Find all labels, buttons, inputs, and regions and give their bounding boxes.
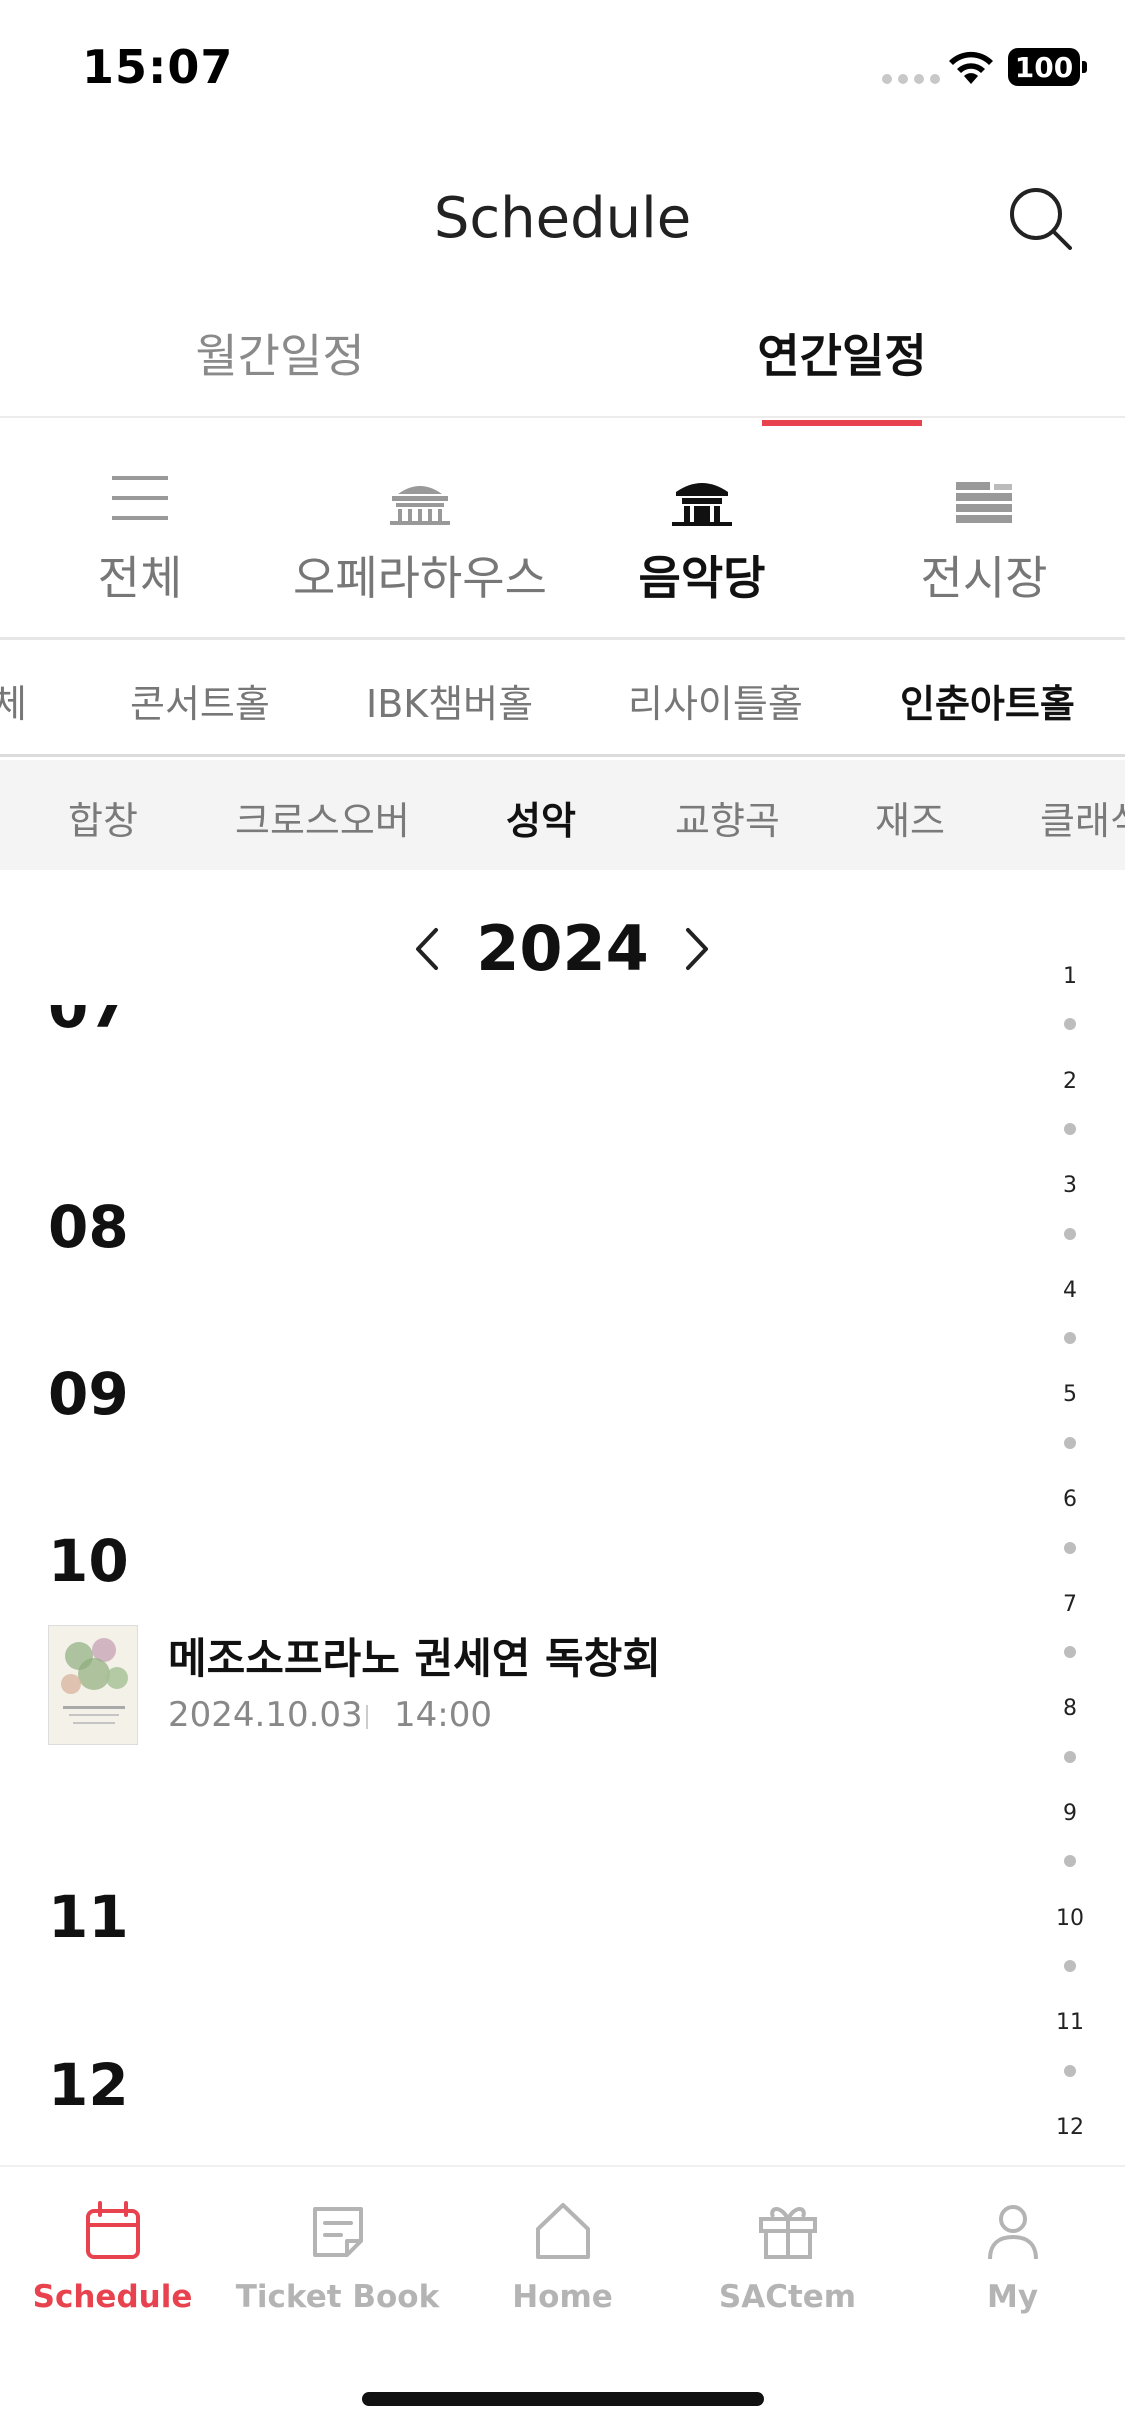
event-title: 메조소프라노 권세연 독창회 (168, 1634, 661, 1683)
tab-schedule[interactable]: Schedule (0, 2197, 225, 2315)
month-index-dot (1064, 1646, 1076, 1658)
list-icon (112, 476, 168, 520)
month-index-item[interactable]: 2 (1040, 1069, 1100, 1094)
hall-tab-all[interactable]: 체 (0, 673, 27, 728)
month-index-item[interactable]: 5 (1040, 1382, 1100, 1407)
chevron-right-icon[interactable] (676, 924, 716, 974)
venue-selector: 전체 오페라하우스 음악당 전시장 (0, 440, 1125, 640)
event-item[interactable]: 메조소프라노 권세연 독창회 2024.10.03 14:00 (48, 1625, 948, 1745)
annual-schedule-list[interactable]: 07 08 09 10 메조소프라노 권세연 독창회 2024.10.03 14… (0, 1005, 1040, 2165)
event-time: 14:00 (394, 1695, 492, 1735)
tab-label: Home (512, 2279, 613, 2315)
month-index-dot (1064, 1228, 1076, 1240)
month-heading: 09 (48, 1360, 129, 1428)
cellular-signal-icon (882, 74, 940, 84)
month-index-item[interactable]: 7 (1040, 1592, 1100, 1617)
month-index-dot (1064, 1855, 1076, 1867)
month-index-dot (1064, 1751, 1076, 1763)
venue-label: 음악당 (638, 551, 766, 605)
month-heading: 08 (48, 1193, 129, 1261)
genre-vocal[interactable]: 성악 (506, 790, 576, 845)
month-index-item[interactable]: 1 (1040, 964, 1100, 989)
exhibition-hall-icon (956, 482, 1012, 523)
month-index[interactable]: 1 2 3 4 5 6 7 8 9 10 11 12 (1040, 960, 1100, 2150)
schedule-view-tabs: 월간일정 연간일정 (0, 300, 1125, 426)
month-index-dot (1064, 1018, 1076, 1030)
genre-crossover[interactable]: 크로스오버 (235, 790, 410, 845)
month-index-dot (1064, 1332, 1076, 1344)
tab-label: Schedule (32, 2279, 193, 2315)
venue-all[interactable]: 전체 (0, 470, 280, 608)
event-date: 2024.10.03 (168, 1695, 363, 1735)
month-index-item[interactable]: 8 (1040, 1696, 1100, 1721)
tab-annual-schedule[interactable]: 연간일정 (692, 320, 992, 426)
concert-hall-icon (672, 483, 732, 526)
venue-label: 전체 (97, 551, 183, 605)
month-index-item[interactable]: 11 (1040, 2010, 1100, 2035)
tab-monthly-schedule[interactable]: 월간일정 (130, 320, 430, 386)
tab-my[interactable]: My (900, 2197, 1125, 2315)
hall-tab-concert-hall[interactable]: 콘서트홀 (130, 673, 270, 728)
month-index-item[interactable]: 6 (1040, 1487, 1100, 1512)
hall-tab-inchoon-art-hall[interactable]: 인춘아트홀 (900, 673, 1075, 728)
genre-choir[interactable]: 합창 (68, 790, 138, 845)
tab-ticket-book[interactable]: Ticket Book (225, 2197, 450, 2315)
venue-concert-hall[interactable]: 음악당 (562, 470, 842, 608)
venue-label: 오페라하우스 (293, 551, 547, 605)
header: Schedule (0, 160, 1125, 280)
event-poster (48, 1625, 138, 1745)
tab-home[interactable]: Home (450, 2197, 675, 2315)
tab-label: My (986, 2279, 1039, 2315)
hall-tabs: 체 콘서트홀 IBK챔버홀 리사이틀홀 인춘아트홀 (0, 643, 1125, 757)
month-index-item[interactable]: 4 (1040, 1278, 1100, 1303)
month-index-item[interactable]: 9 (1040, 1801, 1100, 1826)
month-index-item[interactable]: 10 (1040, 1906, 1100, 1931)
user-icon (987, 2205, 1038, 2260)
month-heading: 07 (48, 1005, 129, 1041)
status-time: 15:07 (82, 40, 234, 94)
month-index-dot (1064, 1437, 1076, 1449)
calendar-icon (85, 2201, 140, 2259)
month-heading: 11 (48, 1883, 129, 1951)
opera-house-icon (390, 486, 450, 525)
page-title: Schedule (433, 186, 692, 251)
month-index-item[interactable]: 12 (1040, 2115, 1100, 2140)
home-icon (535, 2203, 590, 2259)
month-index-dot (1064, 1542, 1076, 1554)
genre-classic[interactable]: 클래식 (1040, 790, 1125, 845)
year-label: 2024 (476, 912, 649, 985)
ticket-book-icon (312, 2207, 363, 2257)
tab-sactem[interactable]: SACtem (675, 2197, 900, 2315)
battery-icon: 100 (1008, 48, 1087, 86)
hall-tab-ibk-chamber-hall[interactable]: IBK챔버홀 (366, 673, 533, 728)
month-heading: 10 (48, 1527, 129, 1595)
wifi-icon (949, 51, 993, 84)
venue-opera-house[interactable]: 오페라하우스 (280, 470, 560, 608)
month-heading: 12 (48, 2051, 129, 2119)
genre-filter: 합창 크로스오버 성악 교향곡 재즈 클래식 (0, 760, 1125, 870)
tab-label: SACtem (718, 2279, 857, 2315)
venue-label: 전시장 (920, 551, 1048, 605)
home-indicator (362, 2392, 764, 2406)
search-icon[interactable] (1006, 184, 1076, 254)
status-bar: 15:07 100 (0, 0, 1125, 140)
hall-tab-recital-hall[interactable]: 리사이틀홀 (628, 673, 803, 728)
venue-exhibition-hall[interactable]: 전시장 (844, 470, 1124, 608)
month-index-dot (1064, 2065, 1076, 2077)
genre-symphony[interactable]: 교향곡 (675, 790, 780, 845)
gift-icon (758, 2207, 817, 2259)
genre-jazz[interactable]: 재즈 (875, 790, 945, 845)
year-navigator: 2024 (0, 900, 1125, 1000)
month-index-item[interactable]: 3 (1040, 1173, 1100, 1198)
divider (366, 1705, 368, 1729)
month-index-dot (1064, 1123, 1076, 1135)
month-index-dot (1064, 1960, 1076, 1972)
tab-label: Ticket Book (235, 2279, 440, 2315)
